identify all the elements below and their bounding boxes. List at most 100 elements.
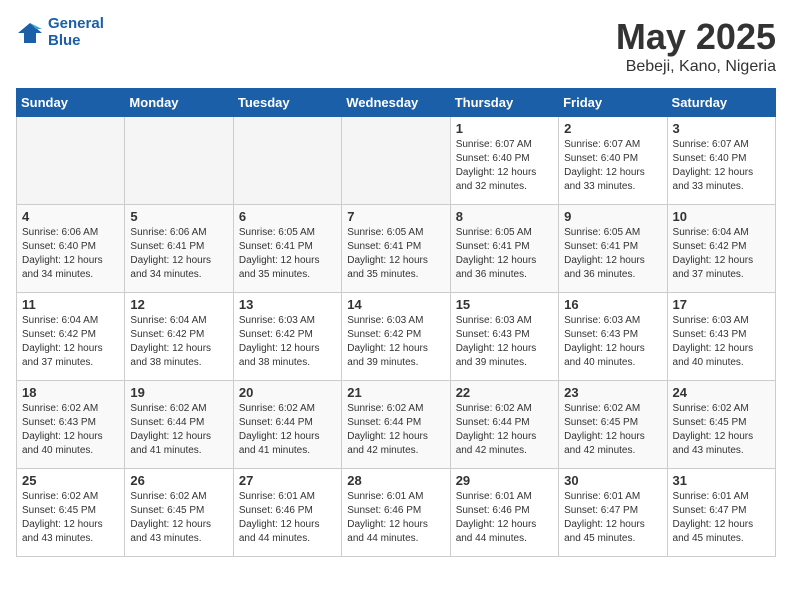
day-number: 24 (673, 385, 770, 400)
header-sunday: Sunday (17, 89, 125, 117)
day-info: Sunrise: 6:05 AM Sunset: 6:41 PM Dayligh… (564, 226, 661, 282)
calendar-day: 7 Sunrise: 6:05 AM Sunset: 6:41 PM Daylig… (342, 205, 450, 293)
day-number: 16 (564, 297, 661, 312)
day-number: 4 (22, 209, 119, 224)
title-section: May 2025 Bebeji, Kano, Nigeria (616, 16, 776, 76)
day-number: 26 (130, 473, 227, 488)
header-thursday: Thursday (450, 89, 558, 117)
day-info: Sunrise: 6:07 AM Sunset: 6:40 PM Dayligh… (673, 138, 770, 194)
calendar-day (233, 117, 341, 205)
day-info: Sunrise: 6:07 AM Sunset: 6:40 PM Dayligh… (564, 138, 661, 194)
calendar-day: 15Sunrise: 6:03 AM Sunset: 6:43 PM Dayli… (450, 293, 558, 381)
calendar-week-4: 18 Sunrise: 6:02 AM Sunset: 6:43 PM Dayli… (17, 381, 776, 469)
day-number: 30 (564, 473, 661, 488)
header-friday: Friday (559, 89, 667, 117)
calendar-day: 27 Sunrise: 6:01 AM Sunset: 6:46 PM Dayli… (233, 469, 341, 557)
day-number: 19 (130, 385, 227, 400)
day-number: 15 (456, 297, 553, 312)
day-info: Sunrise: 6:03 AM Sunset: 6:43 PM Dayligh… (673, 314, 770, 370)
day-info: Sunrise: 6:04 AM Sunset: 6:42 PM Dayligh… (673, 226, 770, 282)
day-info: Sunrise: 6:03 AM Sunset: 6:42 PM Dayligh… (347, 314, 444, 370)
calendar-day: 10 Sunrise: 6:04 AM Sunset: 6:42 PM Dayli… (667, 205, 775, 293)
day-info: Sunrise: 6:02 AM Sunset: 6:45 PM Dayligh… (564, 402, 661, 458)
calendar-day: 13 Sunrise: 6:03 AM Sunset: 6:42 PM Dayli… (233, 293, 341, 381)
day-info: Sunrise: 6:01 AM Sunset: 6:47 PM Dayligh… (673, 490, 770, 546)
header-wednesday: Wednesday (342, 89, 450, 117)
day-info: Sunrise: 6:04 AM Sunset: 6:42 PM Dayligh… (130, 314, 227, 370)
day-number: 1 (456, 121, 553, 136)
calendar-day: 31Sunrise: 6:01 AM Sunset: 6:47 PM Dayli… (667, 469, 775, 557)
day-number: 12 (130, 297, 227, 312)
calendar-day: 18 Sunrise: 6:02 AM Sunset: 6:43 PM Dayli… (17, 381, 125, 469)
day-info: Sunrise: 6:05 AM Sunset: 6:41 PM Dayligh… (456, 226, 553, 282)
calendar-day: 2Sunrise: 6:07 AM Sunset: 6:40 PM Daylig… (559, 117, 667, 205)
day-number: 11 (22, 297, 119, 312)
calendar-day: 22 Sunrise: 6:02 AM Sunset: 6:44 PM Dayli… (450, 381, 558, 469)
day-number: 7 (347, 209, 444, 224)
day-info: Sunrise: 6:06 AM Sunset: 6:41 PM Dayligh… (130, 226, 227, 282)
calendar-day: 5 Sunrise: 6:06 AM Sunset: 6:41 PM Daylig… (125, 205, 233, 293)
calendar-week-2: 4Sunrise: 6:06 AM Sunset: 6:40 PM Daylig… (17, 205, 776, 293)
location: Bebeji, Kano, Nigeria (616, 58, 776, 76)
day-number: 8 (456, 209, 553, 224)
day-info: Sunrise: 6:02 AM Sunset: 6:44 PM Dayligh… (347, 402, 444, 458)
day-number: 14 (347, 297, 444, 312)
day-info: Sunrise: 6:05 AM Sunset: 6:41 PM Dayligh… (239, 226, 336, 282)
calendar-day: 26 Sunrise: 6:02 AM Sunset: 6:45 PM Dayli… (125, 469, 233, 557)
day-info: Sunrise: 6:02 AM Sunset: 6:44 PM Dayligh… (239, 402, 336, 458)
day-number: 5 (130, 209, 227, 224)
day-number: 18 (22, 385, 119, 400)
day-info: Sunrise: 6:01 AM Sunset: 6:46 PM Dayligh… (239, 490, 336, 546)
day-info: Sunrise: 6:02 AM Sunset: 6:43 PM Dayligh… (22, 402, 119, 458)
day-info: Sunrise: 6:03 AM Sunset: 6:43 PM Dayligh… (564, 314, 661, 370)
day-info: Sunrise: 6:03 AM Sunset: 6:42 PM Dayligh… (239, 314, 336, 370)
calendar-day (342, 117, 450, 205)
day-info: Sunrise: 6:02 AM Sunset: 6:45 PM Dayligh… (22, 490, 119, 546)
calendar-day: 11 Sunrise: 6:04 AM Sunset: 6:42 PM Dayli… (17, 293, 125, 381)
calendar-day: 1 Sunrise: 6:07 AM Sunset: 6:40 PM Daylig… (450, 117, 558, 205)
calendar-week-3: 11 Sunrise: 6:04 AM Sunset: 6:42 PM Dayli… (17, 293, 776, 381)
day-info: Sunrise: 6:01 AM Sunset: 6:46 PM Dayligh… (347, 490, 444, 546)
day-number: 22 (456, 385, 553, 400)
day-info: Sunrise: 6:02 AM Sunset: 6:45 PM Dayligh… (673, 402, 770, 458)
day-number: 25 (22, 473, 119, 488)
day-info: Sunrise: 6:07 AM Sunset: 6:40 PM Dayligh… (456, 138, 553, 194)
day-info: Sunrise: 6:04 AM Sunset: 6:42 PM Dayligh… (22, 314, 119, 370)
calendar-day (17, 117, 125, 205)
day-number: 17 (673, 297, 770, 312)
day-number: 27 (239, 473, 336, 488)
calendar-day: 6 Sunrise: 6:05 AM Sunset: 6:41 PM Daylig… (233, 205, 341, 293)
calendar-week-1: 1 Sunrise: 6:07 AM Sunset: 6:40 PM Daylig… (17, 117, 776, 205)
calendar-day: 16 Sunrise: 6:03 AM Sunset: 6:43 PM Dayli… (559, 293, 667, 381)
day-info: Sunrise: 6:02 AM Sunset: 6:45 PM Dayligh… (130, 490, 227, 546)
day-number: 28 (347, 473, 444, 488)
day-info: Sunrise: 6:05 AM Sunset: 6:41 PM Dayligh… (347, 226, 444, 282)
logo-icon (16, 19, 44, 47)
day-info: Sunrise: 6:02 AM Sunset: 6:44 PM Dayligh… (130, 402, 227, 458)
day-number: 10 (673, 209, 770, 224)
calendar-week-5: 25 Sunrise: 6:02 AM Sunset: 6:45 PM Dayli… (17, 469, 776, 557)
day-info: Sunrise: 6:02 AM Sunset: 6:44 PM Dayligh… (456, 402, 553, 458)
header-monday: Monday (125, 89, 233, 117)
calendar-day: 29 Sunrise: 6:01 AM Sunset: 6:46 PM Dayli… (450, 469, 558, 557)
calendar-day: 20Sunrise: 6:02 AM Sunset: 6:44 PM Dayli… (233, 381, 341, 469)
day-number: 29 (456, 473, 553, 488)
calendar-day: 4Sunrise: 6:06 AM Sunset: 6:40 PM Daylig… (17, 205, 125, 293)
page-header: General Blue May 2025 Bebeji, Kano, Nige… (16, 16, 776, 76)
day-number: 21 (347, 385, 444, 400)
day-number: 13 (239, 297, 336, 312)
calendar-day: 25 Sunrise: 6:02 AM Sunset: 6:45 PM Dayli… (17, 469, 125, 557)
calendar-header-row: SundayMondayTuesdayWednesdayThursdayFrid… (17, 89, 776, 117)
calendar-day: 9 Sunrise: 6:05 AM Sunset: 6:41 PM Daylig… (559, 205, 667, 293)
calendar-day: 23Sunrise: 6:02 AM Sunset: 6:45 PM Dayli… (559, 381, 667, 469)
day-number: 6 (239, 209, 336, 224)
calendar-day: 19 Sunrise: 6:02 AM Sunset: 6:44 PM Dayli… (125, 381, 233, 469)
logo-line1: General (48, 15, 104, 32)
day-info: Sunrise: 6:01 AM Sunset: 6:46 PM Dayligh… (456, 490, 553, 546)
calendar-day: 8 Sunrise: 6:05 AM Sunset: 6:41 PM Daylig… (450, 205, 558, 293)
calendar-table: SundayMondayTuesdayWednesdayThursdayFrid… (16, 88, 776, 557)
day-number: 9 (564, 209, 661, 224)
calendar-day: 21 Sunrise: 6:02 AM Sunset: 6:44 PM Dayli… (342, 381, 450, 469)
calendar-day: 3Sunrise: 6:07 AM Sunset: 6:40 PM Daylig… (667, 117, 775, 205)
header-saturday: Saturday (667, 89, 775, 117)
